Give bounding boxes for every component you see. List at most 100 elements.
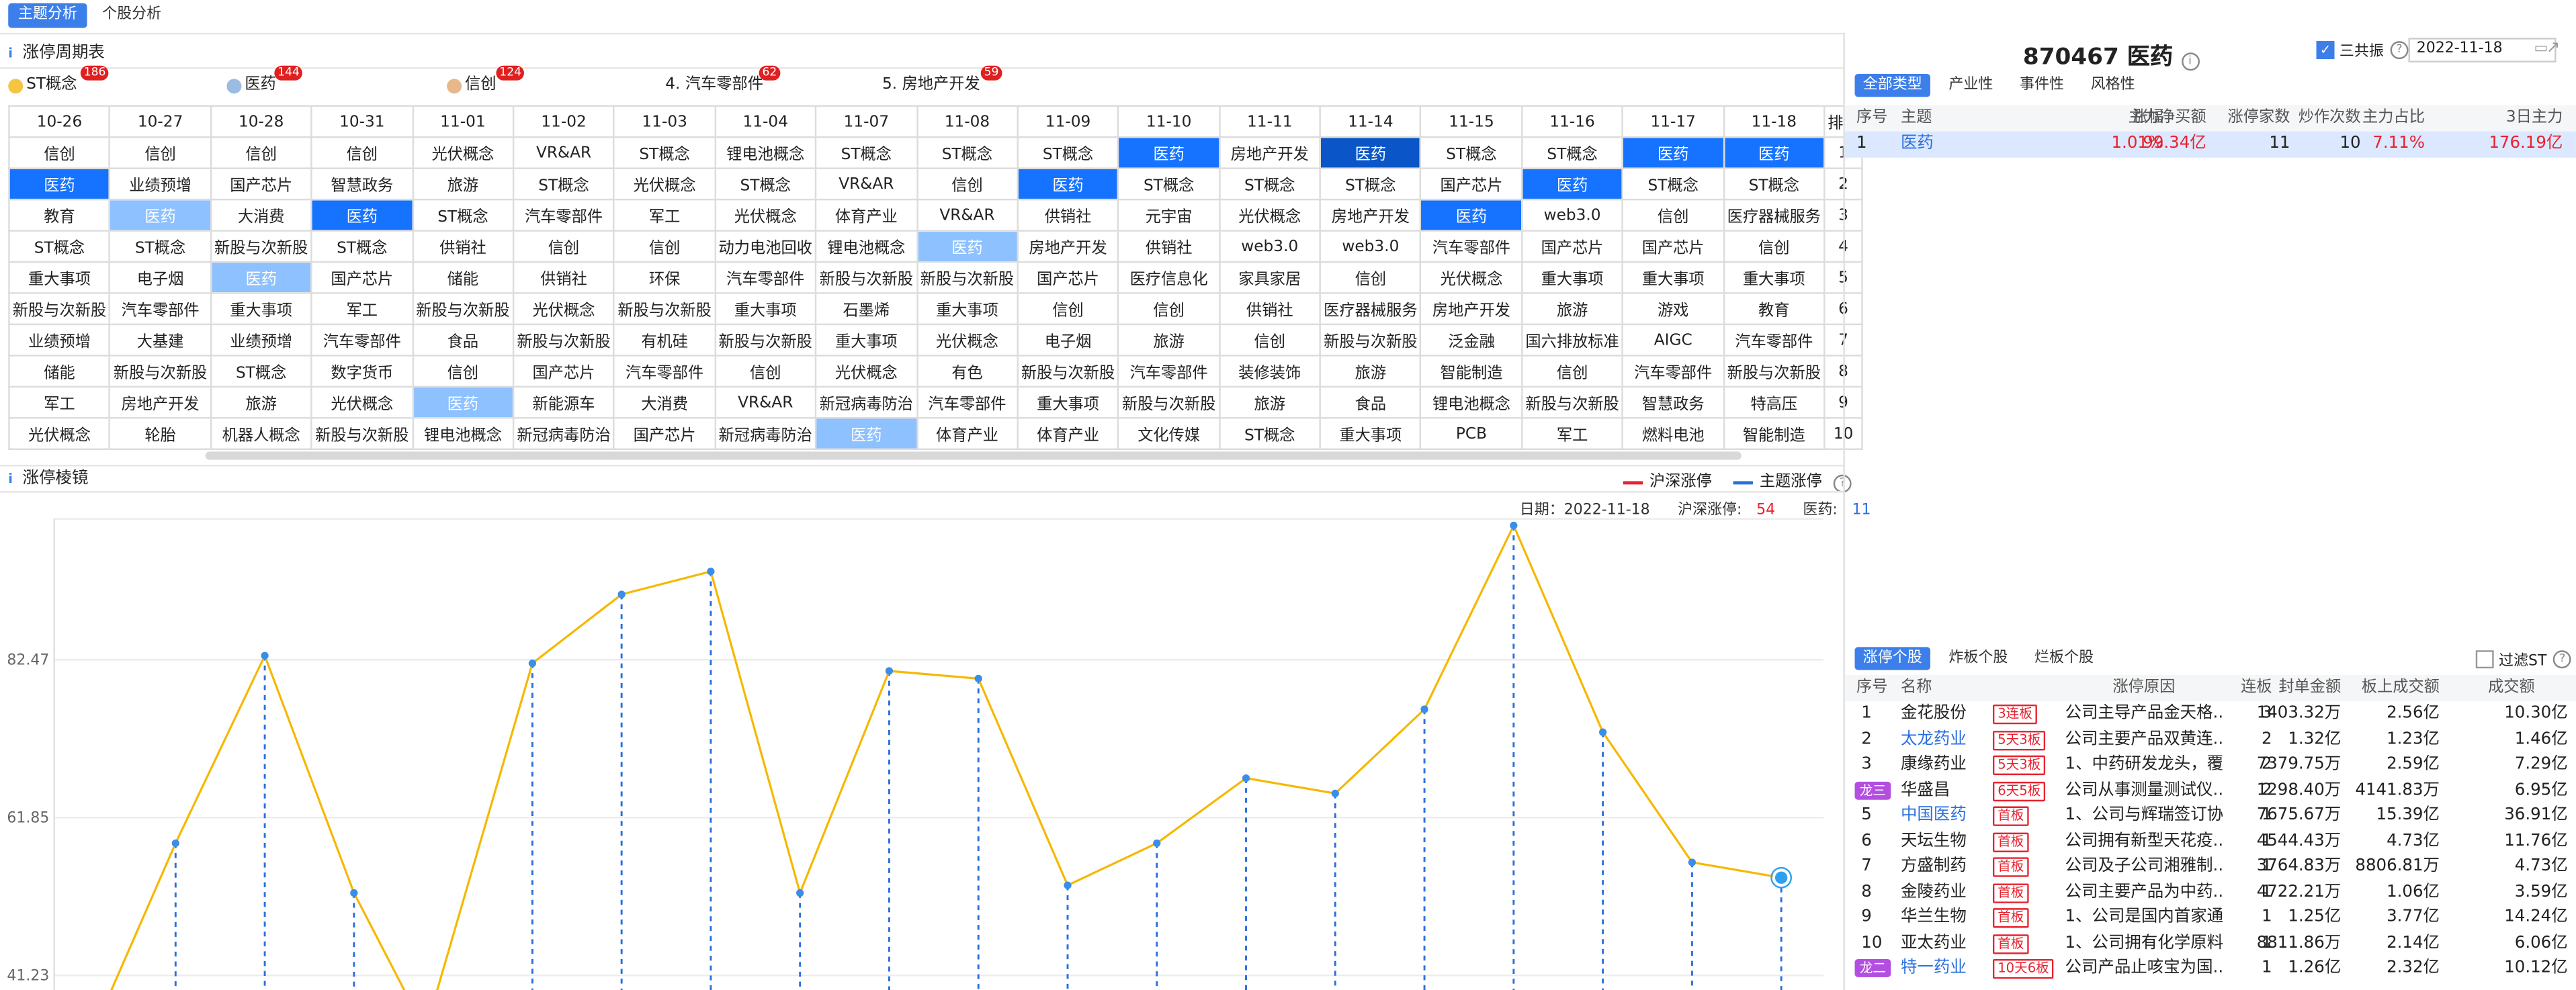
theme-cell[interactable]: web3.0 bbox=[1218, 230, 1322, 263]
theme-cell[interactable]: 新股与次新股 bbox=[310, 417, 414, 450]
help-icon[interactable]: ? bbox=[2553, 650, 2572, 669]
data-point[interactable] bbox=[1064, 881, 1072, 889]
theme-cell[interactable]: 信创 bbox=[1520, 355, 1624, 388]
theme-cell[interactable]: ST概念 bbox=[210, 355, 312, 388]
theme-cell[interactable]: 医药 bbox=[815, 417, 918, 450]
theme-cell[interactable]: 国产芯片 bbox=[210, 167, 312, 201]
theme-cell[interactable]: 光伏概念 bbox=[1218, 198, 1322, 232]
theme-cell[interactable]: 医药 bbox=[109, 198, 212, 232]
theme-cell[interactable]: ST概念 bbox=[1723, 167, 1826, 201]
date-header[interactable]: 10-28 bbox=[210, 105, 312, 138]
theme-cell[interactable]: 重大事项 bbox=[1319, 417, 1422, 450]
table-row[interactable]: 10 亚太药业 首板 1、公司拥有化学原料... 1 8811.86万 2.14亿 6.06亿 bbox=[1845, 930, 2576, 955]
theme-cell[interactable]: 光伏概念 bbox=[512, 292, 615, 326]
tab-limit-up[interactable]: 涨停个股 bbox=[1854, 647, 1931, 670]
theme-cell[interactable]: 医疗器械服务 bbox=[1319, 292, 1422, 326]
theme-cell[interactable]: 信创 bbox=[210, 136, 312, 169]
leader-item[interactable]: ST概念 186 bbox=[8, 65, 110, 97]
theme-cell[interactable]: 信创 bbox=[613, 230, 716, 263]
theme-cell[interactable]: 新股与次新股 bbox=[1017, 355, 1119, 388]
theme-cell[interactable]: 动力电池回收 bbox=[714, 230, 817, 263]
theme-cell[interactable]: 汽车零部件 bbox=[109, 292, 212, 326]
theme-cell[interactable]: 燃料电池 bbox=[1621, 417, 1725, 450]
theme-cell[interactable]: 光伏概念 bbox=[916, 323, 1019, 357]
theme-cell[interactable]: ST概念 bbox=[613, 136, 716, 169]
theme-cell[interactable]: ST概念 bbox=[310, 230, 414, 263]
theme-cell[interactable]: 新股与次新股 bbox=[210, 230, 312, 263]
theme-cell[interactable]: 业绩预增 bbox=[8, 323, 111, 357]
theme-cell[interactable]: 供销社 bbox=[1017, 198, 1119, 232]
data-point[interactable] bbox=[350, 889, 358, 897]
theme-cell[interactable]: 医药 bbox=[210, 261, 312, 294]
table-row[interactable]: 龙三 华盛昌 6天5板 公司从事测量测试仪... 2 1298.40万 4141.83万 6.… bbox=[1845, 778, 2576, 803]
theme-cell[interactable]: 新股与次新股 bbox=[8, 292, 111, 326]
theme-cell[interactable]: 汽车零部件 bbox=[1117, 355, 1220, 388]
theme-cell[interactable]: 重大事项 bbox=[8, 261, 111, 294]
resonance-toggle[interactable]: ✓ 三共振 ? bbox=[2316, 40, 2409, 60]
theme-cell[interactable]: 光伏概念 bbox=[815, 355, 918, 388]
theme-cell[interactable]: 房地产开发 bbox=[1420, 292, 1523, 326]
theme-cell[interactable]: 新股与次新股 bbox=[411, 292, 515, 326]
theme-cell[interactable]: 储能 bbox=[8, 355, 111, 388]
info-icon[interactable]: i bbox=[2181, 52, 2199, 71]
data-point[interactable] bbox=[974, 674, 982, 683]
theme-cell[interactable]: 医疗器械服务 bbox=[1723, 198, 1826, 232]
theme-cell[interactable]: 信创 bbox=[1218, 323, 1322, 357]
date-header[interactable]: 11-16 bbox=[1520, 105, 1624, 138]
theme-cell[interactable]: 智慧政务 bbox=[310, 167, 414, 201]
theme-cell[interactable]: 信创 bbox=[1723, 230, 1826, 263]
theme-cell[interactable]: 信创 bbox=[411, 355, 515, 388]
theme-cell[interactable]: 供销社 bbox=[411, 230, 515, 263]
tab-stock-analysis[interactable]: 个股分析 bbox=[92, 3, 171, 28]
date-header[interactable]: 11-02 bbox=[512, 105, 615, 138]
table-row[interactable]: 1 医药 1.01% 99.34亿 11 10 7.11% 176.19亿 bbox=[1844, 131, 2576, 158]
theme-cell[interactable]: 医药 bbox=[1017, 167, 1119, 201]
external-link-icon[interactable]: ↗ bbox=[2546, 40, 2561, 58]
theme-cell[interactable]: 新冠病毒防治 bbox=[714, 417, 817, 450]
data-point[interactable] bbox=[796, 889, 804, 897]
theme-cell[interactable]: 光伏概念 bbox=[8, 417, 111, 450]
theme-cell[interactable]: ST概念 bbox=[1621, 167, 1725, 201]
theme-cell[interactable]: 机器人概念 bbox=[210, 417, 312, 450]
checkbox-icon[interactable]: ✓ bbox=[2316, 41, 2335, 60]
theme-cell[interactable]: 信创 bbox=[1117, 292, 1220, 326]
theme-cell[interactable]: 新股与次新股 bbox=[815, 261, 918, 294]
theme-cell[interactable]: 体育产业 bbox=[815, 198, 918, 232]
theme-cell[interactable]: 装修装饰 bbox=[1218, 355, 1322, 388]
theme-cell[interactable]: 国产芯片 bbox=[1420, 167, 1523, 201]
theme-cell[interactable]: 教育 bbox=[8, 198, 111, 232]
theme-cell[interactable]: 信创 bbox=[1621, 198, 1725, 232]
theme-cell[interactable]: 有色 bbox=[916, 355, 1019, 388]
theme-cell[interactable]: ST概念 bbox=[109, 230, 212, 263]
date-header[interactable]: 10-27 bbox=[109, 105, 212, 138]
theme-cell[interactable]: 医药 bbox=[1723, 136, 1826, 169]
date-header[interactable]: 11-10 bbox=[1117, 105, 1220, 138]
theme-cell[interactable]: 大消费 bbox=[210, 198, 312, 232]
theme-cell[interactable]: 家具家居 bbox=[1218, 261, 1322, 294]
theme-cell[interactable]: 光伏概念 bbox=[310, 386, 414, 419]
theme-cell[interactable]: 国产芯片 bbox=[1621, 230, 1725, 263]
theme-cell[interactable]: 电子烟 bbox=[109, 261, 212, 294]
theme-cell[interactable]: 医药 bbox=[1420, 198, 1523, 232]
table-row[interactable]: 6 天坛生物 首板 公司拥有新型天花疫... 1 4544.43万 4.73亿 11.76亿 bbox=[1845, 829, 2576, 854]
theme-cell[interactable]: 重大事项 bbox=[1621, 261, 1725, 294]
theme-cell[interactable]: 锂电池概念 bbox=[411, 417, 515, 450]
theme-cell[interactable]: 医药 bbox=[1621, 136, 1725, 169]
date-header[interactable]: 11-09 bbox=[1017, 105, 1119, 138]
theme-cell[interactable]: 智能制造 bbox=[1420, 355, 1523, 388]
date-header[interactable]: 11-07 bbox=[815, 105, 918, 138]
theme-cell[interactable]: PCB bbox=[1420, 417, 1523, 450]
horizontal-scrollbar[interactable] bbox=[205, 451, 1742, 460]
theme-cell[interactable]: 泛金融 bbox=[1420, 323, 1523, 357]
theme-cell[interactable]: ST概念 bbox=[1420, 136, 1523, 169]
theme-cell[interactable]: 房地产开发 bbox=[1017, 230, 1119, 263]
theme-cell[interactable]: 军工 bbox=[1520, 417, 1624, 450]
theme-cell[interactable]: ST概念 bbox=[1520, 136, 1624, 169]
theme-cell[interactable]: ST概念 bbox=[1117, 167, 1220, 201]
theme-cell[interactable]: 元宇宙 bbox=[1117, 198, 1220, 232]
theme-cell[interactable]: ST概念 bbox=[916, 136, 1019, 169]
theme-cell[interactable]: 信创 bbox=[714, 355, 817, 388]
theme-cell[interactable]: 新股与次新股 bbox=[1520, 386, 1624, 419]
theme-cell[interactable]: 旅游 bbox=[1319, 355, 1422, 388]
date-header[interactable]: 11-11 bbox=[1218, 105, 1322, 138]
